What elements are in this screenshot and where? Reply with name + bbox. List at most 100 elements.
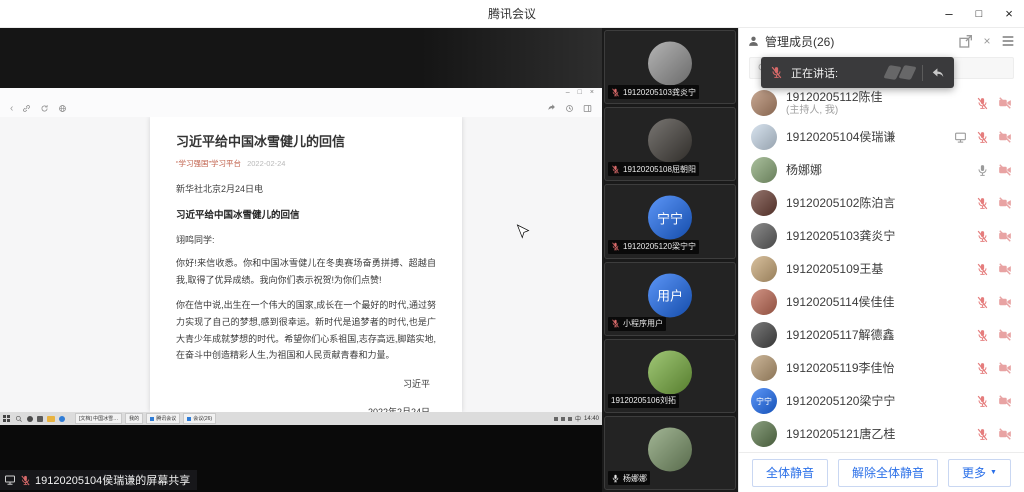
members-icon bbox=[747, 35, 760, 48]
avatar bbox=[751, 124, 777, 150]
more-button[interactable]: 更多▼ bbox=[948, 459, 1011, 487]
camera-off-icon[interactable] bbox=[998, 361, 1012, 375]
video-tile[interactable]: 宁宁 19120205120梁宁宁 bbox=[604, 184, 736, 258]
member-row[interactable]: 19120205102陈泊言 bbox=[739, 187, 1024, 220]
taskbar-window-button[interactable]: 腾讯会议 bbox=[146, 413, 180, 424]
article-dateline: 新华社北京2月24日电 bbox=[176, 182, 436, 195]
member-row[interactable]: 19120205119李佳怡 bbox=[739, 352, 1024, 385]
panel-close-icon[interactable]: × bbox=[979, 33, 995, 49]
inner-minimize-icon[interactable]: – bbox=[566, 89, 570, 100]
camera-off-icon[interactable] bbox=[998, 427, 1012, 441]
globe-icon[interactable] bbox=[58, 104, 67, 113]
participant-name: 19120205106刘拓 bbox=[611, 395, 676, 406]
participant-name: 杨娜娜 bbox=[623, 473, 647, 484]
avatar bbox=[751, 90, 777, 116]
mic-muted-icon[interactable] bbox=[976, 230, 989, 243]
mic-muted-icon[interactable] bbox=[976, 131, 989, 144]
menu-icon[interactable] bbox=[1000, 33, 1016, 49]
tray-clock[interactable]: 14:40 bbox=[584, 416, 599, 422]
mic-muted-icon[interactable] bbox=[976, 395, 989, 408]
mic-muted-icon[interactable] bbox=[976, 362, 989, 375]
member-row[interactable]: 宁宁 19120205120梁宁宁 bbox=[739, 385, 1024, 418]
mic-muted-icon[interactable] bbox=[976, 428, 989, 441]
taskbar-window-button[interactable]: 会议(26) bbox=[183, 413, 216, 424]
taskbar-window-button[interactable]: 我的 bbox=[125, 413, 143, 424]
mic-muted-icon[interactable] bbox=[976, 197, 989, 210]
camera-off-icon[interactable] bbox=[998, 163, 1012, 177]
ime-indicator[interactable]: 中 bbox=[575, 414, 581, 423]
member-row[interactable]: 杨娜娜 bbox=[739, 154, 1024, 187]
member-name: 19120205103龚炎宁 bbox=[786, 229, 895, 244]
camera-off-icon[interactable] bbox=[998, 295, 1012, 309]
camera-off-icon[interactable] bbox=[998, 130, 1012, 144]
cortana-icon[interactable] bbox=[27, 416, 33, 422]
member-row[interactable]: 19120205109王基 bbox=[739, 253, 1024, 286]
tooltip-divider bbox=[922, 65, 923, 81]
inner-maximize-icon[interactable]: □ bbox=[578, 89, 582, 100]
mic-muted-icon bbox=[611, 242, 620, 251]
mic-muted-icon[interactable] bbox=[976, 97, 989, 110]
avatar bbox=[751, 289, 777, 315]
avatar bbox=[751, 223, 777, 249]
history-icon[interactable] bbox=[565, 104, 574, 113]
back-icon[interactable]: ‹ bbox=[10, 104, 13, 113]
member-row[interactable]: 19120205104侯瑞谦 bbox=[739, 121, 1024, 154]
camera-off-icon[interactable] bbox=[998, 394, 1012, 408]
tray-icon[interactable] bbox=[568, 417, 572, 421]
task-view-icon[interactable] bbox=[37, 416, 43, 422]
taskbar-app-icon bbox=[187, 417, 191, 421]
maximize-button[interactable]: □ bbox=[964, 0, 994, 27]
video-tile[interactable]: 19120205108屈朝阳 bbox=[604, 107, 736, 181]
avatar bbox=[751, 355, 777, 381]
mic-on-icon[interactable] bbox=[976, 164, 989, 177]
window-controls: – □ × bbox=[934, 0, 1024, 27]
start-button-icon[interactable] bbox=[3, 415, 11, 423]
member-name: 19120205102陈泊言 bbox=[786, 196, 895, 211]
avatar bbox=[751, 157, 777, 183]
share-forward-icon[interactable] bbox=[547, 104, 556, 113]
member-row[interactable]: 19120205112陈佳 (主持人, 我) bbox=[739, 86, 1024, 121]
close-button[interactable]: × bbox=[994, 0, 1024, 27]
participant-name: 19120205103龚炎宁 bbox=[623, 87, 696, 98]
mute-all-button[interactable]: 全体静音 bbox=[752, 459, 828, 487]
tile-name-badge: 19120205120梁宁宁 bbox=[608, 240, 699, 254]
video-tile[interactable]: 19120205106刘拓 bbox=[604, 339, 736, 413]
article-page: 习近平给中国冰雪健儿的回信 “学习强国”学习平台 2022-02-24 新华社北… bbox=[150, 117, 462, 412]
member-row[interactable]: 19120205103龚炎宁 bbox=[739, 220, 1024, 253]
mic-muted-icon[interactable] bbox=[976, 296, 989, 309]
edge-browser-icon[interactable] bbox=[59, 416, 65, 422]
mic-muted-icon bbox=[20, 475, 31, 486]
member-list: 19120205112陈佳 (主持人, 我) 19120205104侯瑞 bbox=[739, 83, 1024, 452]
reply-arrow-icon[interactable] bbox=[931, 66, 945, 80]
member-row[interactable]: 19120205117解德鑫 bbox=[739, 319, 1024, 352]
member-row[interactable]: 19120205121唐乙桂 bbox=[739, 418, 1024, 451]
tray-icon[interactable] bbox=[561, 417, 565, 421]
camera-off-icon[interactable] bbox=[998, 328, 1012, 342]
tile-name-badge: 杨娜娜 bbox=[608, 471, 650, 485]
refresh-icon[interactable] bbox=[40, 104, 49, 113]
avatar bbox=[648, 119, 692, 163]
side-panel-icon[interactable] bbox=[583, 104, 592, 113]
video-tile[interactable]: 用户 小程序用户 bbox=[604, 262, 736, 336]
camera-off-icon[interactable] bbox=[998, 196, 1012, 210]
camera-off-icon[interactable] bbox=[998, 229, 1012, 243]
link-icon[interactable] bbox=[22, 104, 31, 113]
minimize-button[interactable]: – bbox=[934, 0, 964, 27]
member-row[interactable]: 19120205114侯佳佳 bbox=[739, 286, 1024, 319]
taskbar-search-icon[interactable] bbox=[15, 415, 23, 423]
mic-muted-icon[interactable] bbox=[976, 329, 989, 342]
mic-muted-icon[interactable] bbox=[976, 263, 989, 276]
inner-close-icon[interactable]: × bbox=[590, 89, 594, 100]
taskbar-window-button[interactable]: [文档] 中国冰雪… bbox=[75, 413, 122, 424]
file-explorer-icon[interactable] bbox=[47, 416, 55, 422]
avatar-label: 宁宁 bbox=[756, 396, 772, 407]
tray-icon[interactable] bbox=[554, 417, 558, 421]
camera-off-icon[interactable] bbox=[998, 96, 1012, 110]
popout-icon[interactable] bbox=[958, 33, 974, 49]
video-tile[interactable]: 19120205103龚炎宁 bbox=[604, 30, 736, 104]
article-paragraph: 你在信中说,出生在一个伟大的国家,成长在一个最好的时代,通过努力实现了自己的梦想… bbox=[176, 297, 436, 364]
camera-off-icon[interactable] bbox=[998, 262, 1012, 276]
shared-screen-top-band bbox=[0, 28, 602, 88]
video-tile[interactable]: 杨娜娜 bbox=[604, 416, 736, 490]
unmute-all-button[interactable]: 解除全体静音 bbox=[838, 459, 938, 487]
